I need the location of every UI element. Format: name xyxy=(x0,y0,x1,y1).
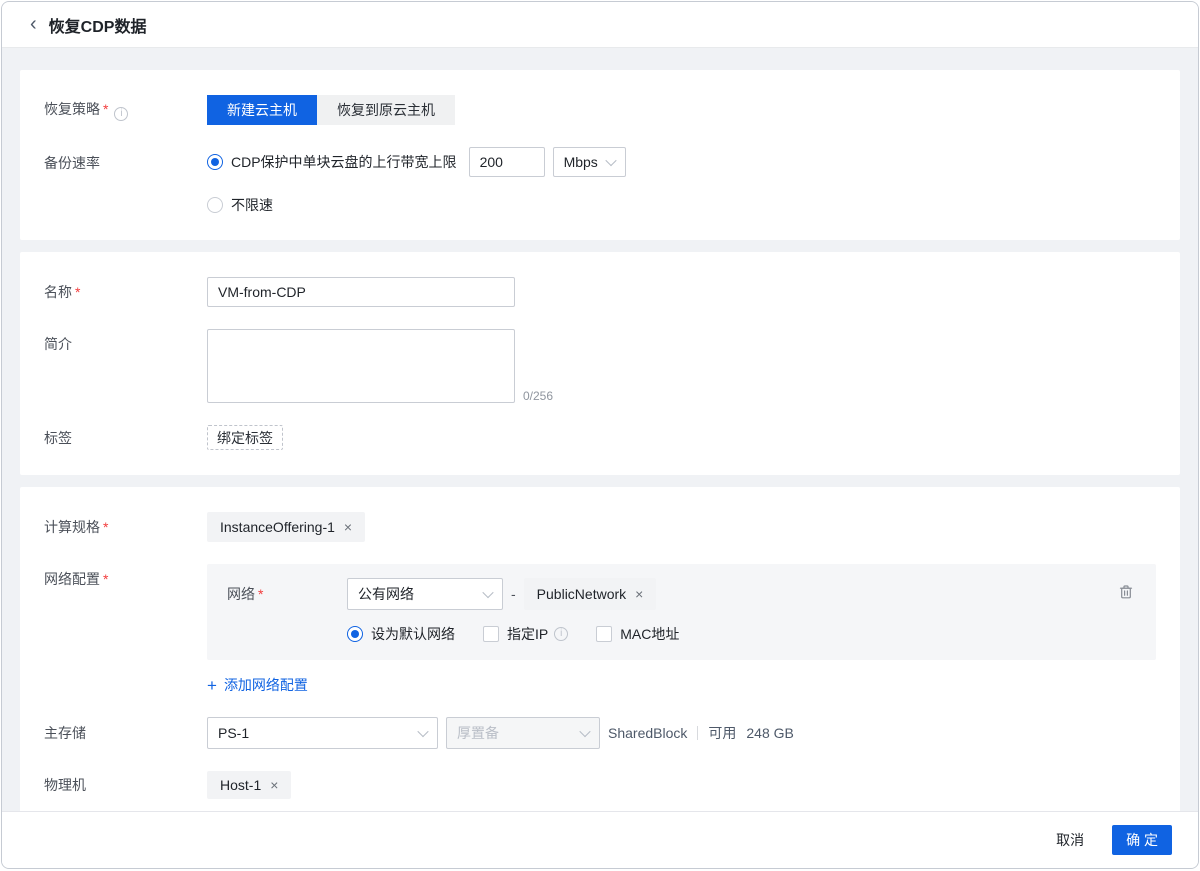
strategy-segmented-control: 新建云主机 恢复到原云主机 xyxy=(207,95,1156,125)
mac-address-option: MAC地址 xyxy=(596,624,679,644)
name-input[interactable] xyxy=(207,277,515,307)
name-label-text: 名称 xyxy=(44,284,72,300)
rate-limited-option: CDP保护中单块云盘的上行带宽上限 Mbps xyxy=(207,147,1156,177)
page-header: ‹ 恢复CDP数据 xyxy=(2,2,1198,48)
network-config-panel: 网络* 公有网络 - PublicNetwork × xyxy=(207,564,1156,660)
rate-label: 备份速率 xyxy=(44,147,207,172)
tag-label: 标签 xyxy=(44,429,207,447)
rate-unlimited-radio[interactable] xyxy=(207,197,223,213)
primary-storage-select[interactable]: PS-1 xyxy=(207,717,438,749)
network-select[interactable]: 公有网络 xyxy=(347,578,503,610)
confirm-button[interactable]: 确 定 xyxy=(1112,825,1172,855)
back-icon[interactable]: ‹ xyxy=(30,14,37,34)
form-body: 恢复策略*i 新建云主机 恢复到原云主机 备份速率 CDP保护中单块云盘的上行带… xyxy=(2,48,1198,824)
public-network-tag-text: PublicNetwork xyxy=(537,586,626,602)
default-network-text: 设为默认网络 xyxy=(371,624,455,644)
default-network-radio[interactable] xyxy=(347,626,363,642)
network-config-label-text: 网络配置 xyxy=(44,571,100,587)
char-counter: 0/256 xyxy=(523,389,553,403)
provision-type-select: 厚置备 xyxy=(446,717,600,749)
storage-info: SharedBlock 可用 248 GB xyxy=(608,723,794,743)
add-network-config-link[interactable]: + 添加网络配置 xyxy=(207,675,308,695)
rate-limited-text: CDP保护中单块云盘的上行带宽上限 xyxy=(231,152,457,172)
cancel-button[interactable]: 取消 xyxy=(1056,830,1084,850)
network-select-value: 公有网络 xyxy=(358,584,414,604)
instance-offering-tag: InstanceOffering-1 × xyxy=(207,512,365,542)
required-asterisk: * xyxy=(75,284,80,300)
network-field-label: 网络* xyxy=(227,584,347,604)
rate-unit-value: Mbps xyxy=(564,154,598,170)
assign-ip-text: 指定IP xyxy=(507,624,548,644)
primary-storage-label: 主存储 xyxy=(44,724,207,742)
description-textarea[interactable] xyxy=(207,329,515,403)
chevron-down-icon xyxy=(482,587,493,598)
assign-ip-checkbox[interactable] xyxy=(483,626,499,642)
mac-address-text: MAC地址 xyxy=(620,624,679,644)
required-asterisk: * xyxy=(103,519,108,535)
offering-label: 计算规格* xyxy=(44,518,207,536)
rate-unlimited-text: 不限速 xyxy=(231,195,273,215)
tab-restore-original-vm[interactable]: 恢复到原云主机 xyxy=(317,95,455,125)
offering-label-text: 计算规格 xyxy=(44,519,100,535)
separator-dash: - xyxy=(511,586,516,602)
storage-available-label: 可用 xyxy=(708,723,736,743)
basic-info-card: 名称* 简介 0/256 标签 绑定标签 xyxy=(20,252,1180,475)
mac-address-checkbox[interactable] xyxy=(596,626,612,642)
chevron-down-icon xyxy=(579,726,590,737)
chevron-down-icon xyxy=(417,726,428,737)
rate-unit-select[interactable]: Mbps xyxy=(553,147,626,177)
page-title: 恢复CDP数据 xyxy=(49,13,147,37)
remove-icon[interactable]: × xyxy=(635,587,643,601)
host-label: 物理机 xyxy=(44,776,207,794)
instance-offering-tag-text: InstanceOffering-1 xyxy=(220,519,335,535)
bind-tag-button[interactable]: 绑定标签 xyxy=(207,425,283,450)
assign-ip-option: 指定IP i xyxy=(483,624,568,644)
network-field-label-text: 网络 xyxy=(227,586,255,602)
restore-strategy-card: 恢复策略* i 新建云主机 恢复到原云主机 备份速率 CDP保护中单块云盘的上行带… xyxy=(20,70,1180,240)
name-label: 名称* xyxy=(44,283,207,301)
public-network-tag: PublicNetwork × xyxy=(524,578,657,610)
strategy-label: 恢复策略* i xyxy=(44,100,207,121)
chevron-down-icon xyxy=(605,155,616,166)
default-network-option: 设为默认网络 xyxy=(347,624,455,644)
host-tag-text: Host-1 xyxy=(220,777,261,793)
required-asterisk: * xyxy=(103,101,108,117)
host-tag: Host-1 × xyxy=(207,771,291,799)
network-config-label: 网络配置* xyxy=(44,564,207,588)
required-asterisk: * xyxy=(103,571,108,587)
compute-config-card: 计算规格* InstanceOffering-1 × 网络配置* xyxy=(20,487,1180,824)
plus-icon: + xyxy=(207,677,217,694)
rate-value-input[interactable] xyxy=(469,147,545,177)
info-icon[interactable]: i xyxy=(114,107,128,121)
trash-icon[interactable] xyxy=(1118,584,1134,600)
primary-storage-value: PS-1 xyxy=(218,725,249,741)
description-label: 简介 xyxy=(44,329,207,353)
tab-new-vm[interactable]: 新建云主机 xyxy=(207,95,317,125)
remove-icon[interactable]: × xyxy=(344,520,352,534)
rate-unlimited-option: 不限速 xyxy=(207,195,1156,215)
divider xyxy=(697,726,698,740)
info-icon[interactable]: i xyxy=(554,627,568,641)
remove-icon[interactable]: × xyxy=(270,778,278,792)
storage-available-value: 248 GB xyxy=(746,725,793,741)
required-asterisk: * xyxy=(258,586,263,602)
strategy-label-text: 恢复策略 xyxy=(44,101,100,117)
rate-limited-radio[interactable] xyxy=(207,154,223,170)
add-network-config-text: 添加网络配置 xyxy=(224,675,308,695)
dialog-footer: 取消 确 定 xyxy=(2,811,1198,868)
provision-type-value: 厚置备 xyxy=(457,723,499,743)
restore-cdp-dialog: ‹ 恢复CDP数据 恢复策略*i 新建云主机 恢复到原云主机 备份速率 xyxy=(1,1,1199,869)
storage-type: SharedBlock xyxy=(608,725,687,741)
